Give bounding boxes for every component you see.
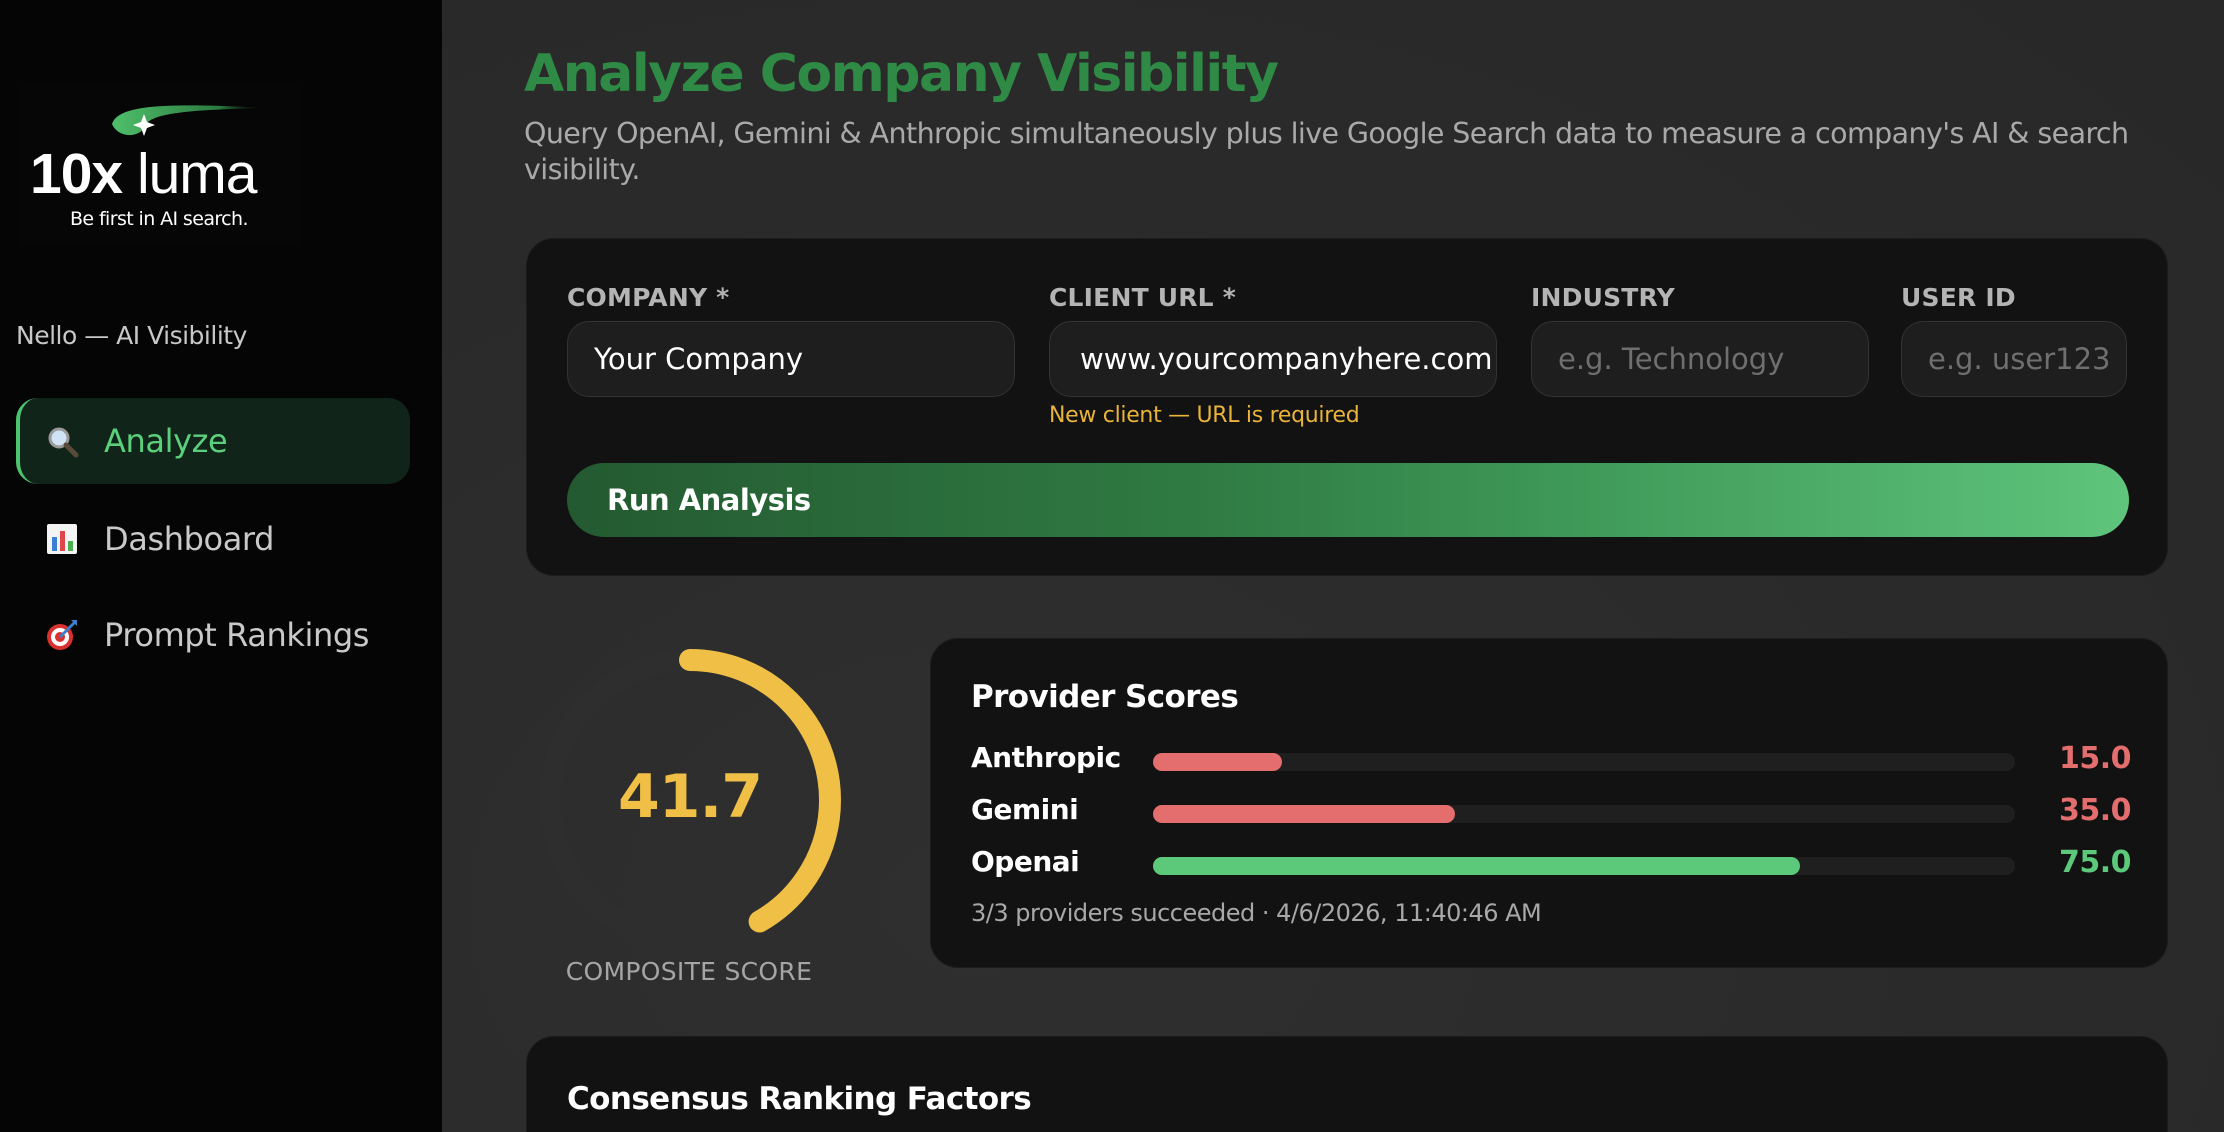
nav-label: Analyze (104, 422, 228, 460)
score-track (1153, 805, 2015, 823)
nav-item-analyze[interactable]: Analyze (16, 398, 410, 484)
main-content: Analyze Company Visibility Query OpenAI,… (442, 0, 2224, 1132)
company-label: COMPANY * (567, 283, 730, 312)
app-window: 10x luma Be first in AI search. Nello — … (0, 0, 2224, 1132)
industry-label: INDUSTRY (1531, 283, 1675, 312)
nav-item-prompt-rankings[interactable]: Prompt Rankings (16, 592, 410, 678)
client-url-label: CLIENT URL * (1049, 283, 1236, 312)
client-url-input[interactable]: www.yourcompanyhere.com (1049, 321, 1497, 397)
provider-score-value: 15.0 (2058, 741, 2132, 776)
nav-label: Prompt Rankings (104, 616, 370, 654)
run-analysis-button[interactable]: Run Analysis (567, 463, 2129, 537)
composite-score-caption: COMPOSITE SCORE (565, 957, 813, 986)
page-subtitle: Query OpenAI, Gemini & Anthropic simulta… (524, 117, 2129, 186)
score-track (1153, 857, 2015, 875)
industry-input[interactable]: e.g. Technology (1531, 321, 1869, 397)
provider-name: Anthropic (971, 741, 1121, 774)
nav-label: Dashboard (104, 520, 275, 558)
score-fill (1153, 753, 1283, 771)
company-input[interactable]: Your Company (567, 321, 1015, 397)
provider-row-anthropic: Anthropic 15.0 (971, 739, 2132, 779)
score-fill (1153, 857, 1800, 875)
user-id-input[interactable]: e.g. user123 (1901, 321, 2127, 397)
bar-chart-icon (42, 523, 82, 555)
user-id-label: USER ID (1901, 283, 2016, 312)
composite-score-gauge: 41.7 (530, 640, 850, 960)
nav-item-dashboard[interactable]: Dashboard (16, 496, 410, 582)
provider-row-openai: Openai 75.0 (971, 843, 2132, 883)
brand-logo[interactable]: 10x luma Be first in AI search. (20, 86, 300, 246)
providers-status: 3/3 providers succeeded · 4/6/2026, 11:4… (971, 899, 1542, 927)
logo-wordmark: 10x luma (30, 142, 258, 206)
provider-name: Openai (971, 845, 1080, 878)
provider-row-gemini: Gemini 35.0 (971, 791, 2132, 831)
logo-swoosh-icon (112, 105, 266, 136)
page-title: Analyze Company Visibility (524, 44, 1279, 104)
consensus-factors-title: Consensus Ranking Factors (567, 1081, 1032, 1117)
provider-score-value: 75.0 (2058, 845, 2132, 880)
workspace-name: Nello — AI Visibility (16, 321, 247, 350)
composite-score-value: 41.7 (617, 762, 763, 832)
provider-scores-card: Provider Scores Anthropic 15.0 Gemini 35… (930, 638, 2168, 968)
provider-score-value: 35.0 (2058, 793, 2132, 828)
score-fill (1153, 805, 1455, 823)
analysis-form-card: COMPANY * Your Company CLIENT URL * www.… (526, 238, 2168, 576)
consensus-factors-card: Consensus Ranking Factors (526, 1036, 2168, 1132)
client-url-hint: New client — URL is required (1049, 403, 1360, 428)
provider-name: Gemini (971, 793, 1079, 826)
provider-scores-title: Provider Scores (971, 679, 1239, 715)
logo-tagline: Be first in AI search. (70, 208, 248, 230)
magnifier-icon (42, 424, 82, 458)
score-track (1153, 753, 2015, 771)
target-icon (42, 618, 82, 652)
sidebar: 10x luma Be first in AI search. Nello — … (0, 0, 442, 1132)
